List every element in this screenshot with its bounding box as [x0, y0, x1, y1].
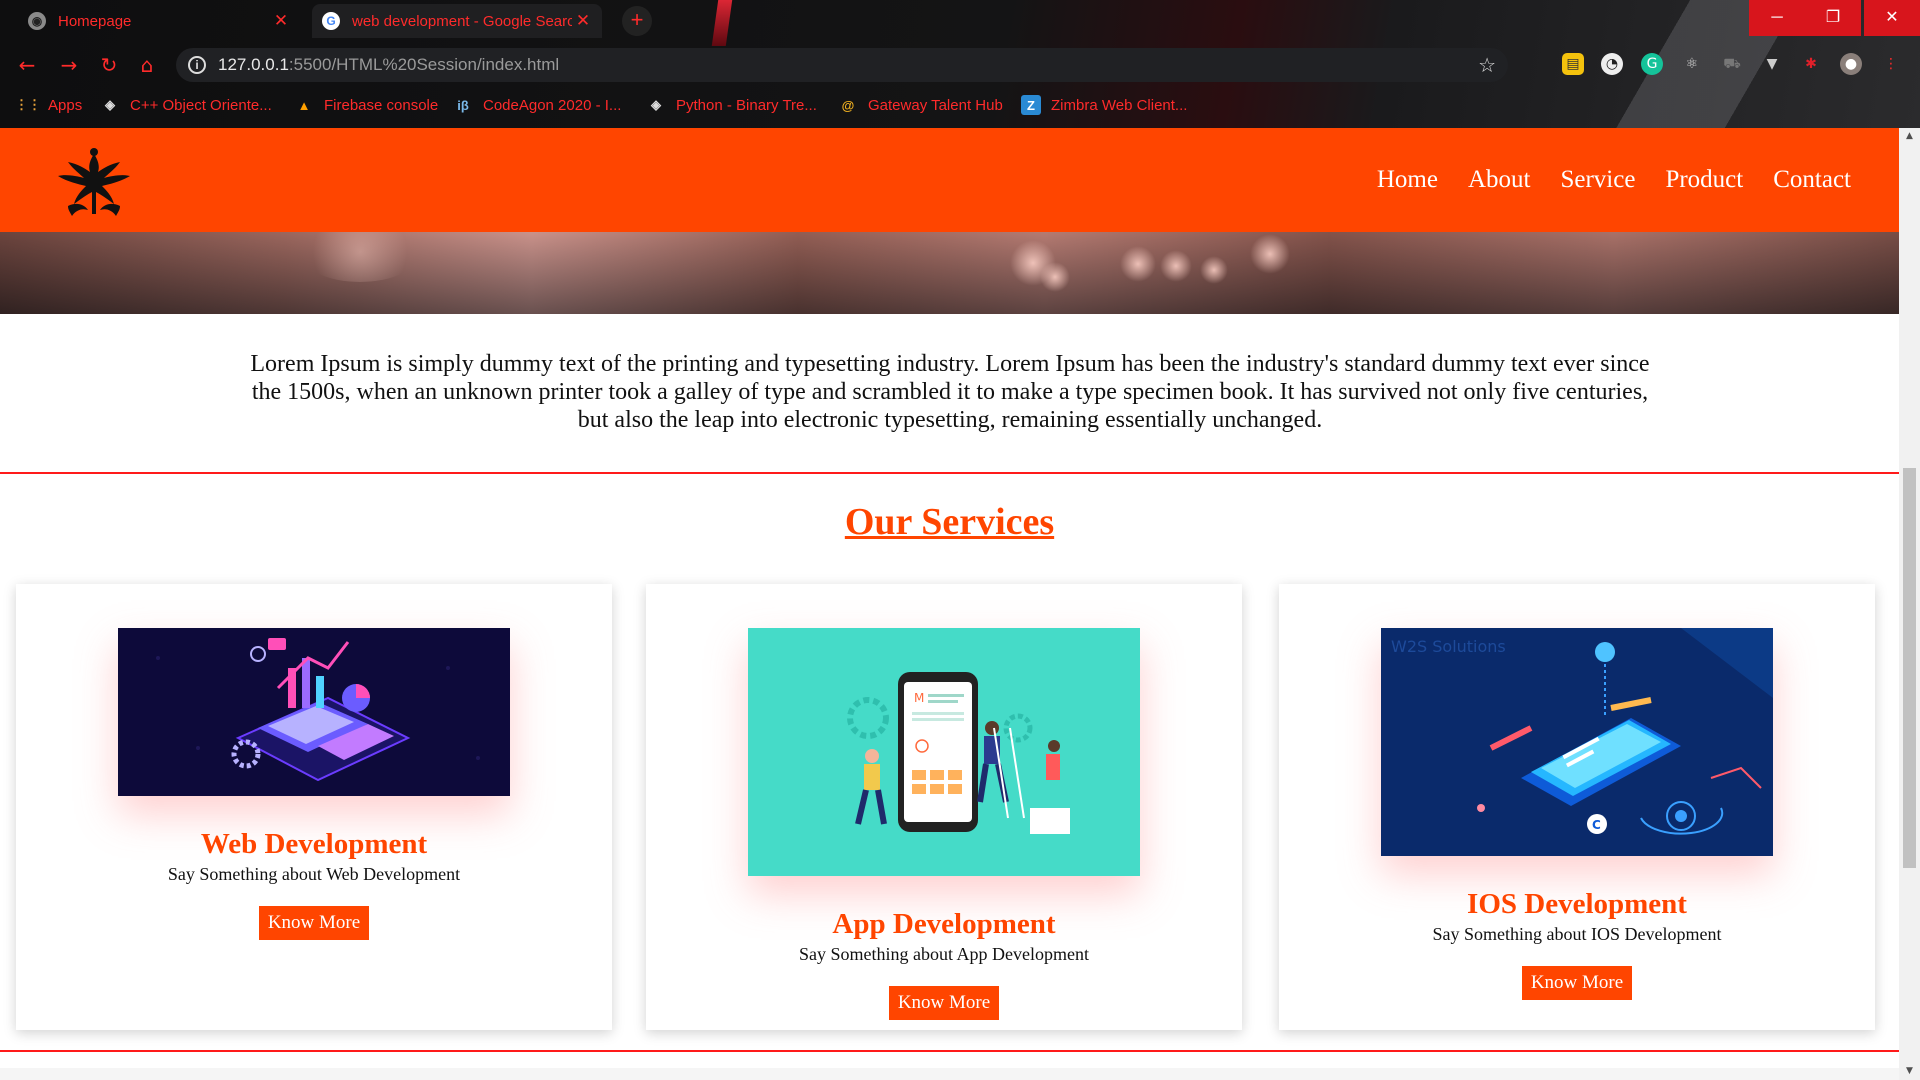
firebase-flame-icon: ▲	[297, 97, 311, 113]
bookmark-star-icon[interactable]: ☆	[1478, 48, 1496, 82]
bookmark-label: Gateway Talent Hub	[868, 96, 1003, 114]
bookmark-gateway-talent-hub[interactable]: @ Gateway Talent Hub	[838, 95, 1003, 115]
hero-bokeh	[1250, 234, 1290, 274]
app-development-image: M	[748, 628, 1140, 876]
tab-title: Homepage	[58, 12, 132, 30]
reload-icon[interactable]: ↻	[96, 52, 122, 78]
vue-devtools-icon[interactable]: ▼	[1761, 53, 1783, 75]
hero-bokeh	[1200, 256, 1228, 284]
hero-bokeh	[1040, 262, 1070, 292]
card-description: Say Something about Web Development	[167, 864, 461, 884]
diamond-logo-icon: ◈	[105, 97, 115, 112]
bookmark-label: Firebase console	[324, 96, 439, 114]
tab-homepage[interactable]: ◉ Homepage ✕	[18, 6, 300, 36]
bookmarks-bar: ⋮⋮ Apps ◈ C++ Object Oriente... ▲ Fireba…	[0, 90, 1920, 120]
google-icon: G	[322, 12, 340, 30]
hero-banner-image	[0, 232, 1899, 314]
home-icon[interactable]: ⌂	[134, 52, 160, 78]
swirl-icon: @	[841, 97, 855, 113]
service-card-ios: W2S Solutions C IOS Development Say Some…	[1279, 584, 1875, 1030]
diamond-logo-icon: ◈	[651, 97, 661, 112]
back-icon[interactable]: ←	[14, 52, 40, 78]
speedometer-extension-icon[interactable]: ◔	[1601, 53, 1623, 75]
section-divider	[0, 1050, 1899, 1052]
forward-icon[interactable]: →	[56, 52, 82, 78]
bookmark-cpp-oop[interactable]: ◈ C++ Object Oriente...	[100, 95, 272, 115]
card-description: Say Something about App Development	[799, 944, 1089, 964]
zimbra-icon: Z	[1021, 95, 1041, 115]
browser-chrome: ◉ Homepage ✕ G web development - Google …	[0, 0, 1920, 128]
new-tab-button[interactable]: +	[622, 6, 652, 36]
nav-link-service[interactable]: Service	[1560, 166, 1635, 194]
hero-bokeh	[1160, 250, 1192, 282]
nav-link-about[interactable]: About	[1468, 166, 1531, 194]
nav-link-home[interactable]: Home	[1377, 166, 1438, 194]
address-bar[interactable]: i 127.0.0.1:5500/HTML%20Session/index.ht…	[176, 48, 1508, 82]
know-more-button[interactable]: Know More	[1522, 966, 1632, 1000]
bookmark-label: Zimbra Web Client...	[1051, 96, 1188, 114]
theme-decoration	[711, 0, 733, 46]
card-title: App Development	[832, 908, 1056, 940]
nav-link-product[interactable]: Product	[1665, 166, 1743, 194]
service-card-web: Web Development Say Something about Web …	[16, 584, 612, 1030]
section-divider	[0, 472, 1899, 474]
grammarly-icon[interactable]: G	[1641, 53, 1663, 75]
notes-extension-icon[interactable]: ▤	[1562, 53, 1584, 75]
globe-icon: ◉	[28, 12, 46, 30]
svg-text:M: M	[914, 691, 924, 705]
ios-development-image: W2S Solutions C	[1381, 628, 1773, 856]
page-scrollbar[interactable]: ▲ ▼	[1899, 128, 1920, 1080]
ib-icon: iβ	[457, 97, 469, 113]
close-window-button[interactable]: ✕	[1864, 0, 1920, 36]
apps-grid-icon: ⋮⋮	[15, 97, 41, 112]
nav-link-contact[interactable]: Contact	[1773, 166, 1851, 194]
site-nav-links: Home About Service Product Contact	[1347, 128, 1851, 232]
intro-paragraph: Lorem Ipsum is simply dummy text of the …	[250, 351, 1650, 433]
phoenix-logo-icon[interactable]	[54, 144, 134, 222]
card-description: Say Something about IOS Development	[1432, 924, 1722, 944]
web-development-image	[118, 628, 510, 796]
service-card-app: M App Development Say Something about Ap…	[646, 584, 1242, 1030]
bookmark-label: Apps	[48, 96, 83, 114]
bookmark-python-binary-tree[interactable]: ◈ Python - Binary Tre...	[646, 95, 817, 115]
site-info-icon[interactable]: i	[188, 56, 206, 74]
svg-text:C: C	[1592, 818, 1601, 832]
know-more-button[interactable]: Know More	[889, 986, 999, 1020]
url-text: 127.0.0.1:5500/HTML%20Session/index.html	[218, 55, 560, 74]
site-navbar: Home About Service Product Contact	[0, 128, 1899, 232]
close-tab-icon[interactable]: ✕	[572, 11, 594, 31]
page-bottom	[0, 1068, 1899, 1080]
browser-toolbar: ← → ↻ ⌂ i 127.0.0.1:5500/HTML%20Session/…	[0, 46, 1920, 84]
know-more-button[interactable]: Know More	[259, 906, 369, 940]
close-tab-icon[interactable]: ✕	[270, 11, 292, 31]
card-title: IOS Development	[1467, 888, 1687, 920]
bookmark-codeagon[interactable]: iβ CodeAgon 2020 - I...	[453, 95, 621, 115]
bookmark-zimbra[interactable]: Z Zimbra Web Client...	[1021, 95, 1187, 115]
scroll-down-arrow-icon[interactable]: ▼	[1899, 1063, 1920, 1080]
tab-google-search[interactable]: G web development - Google Search ✕	[312, 4, 602, 38]
image-watermark: W2S Solutions	[1391, 637, 1506, 656]
bookmark-label: Python - Binary Tre...	[676, 96, 817, 114]
minimize-button[interactable]: ─	[1749, 0, 1805, 36]
hero-bokeh	[1120, 246, 1156, 282]
bookmark-label: C++ Object Oriente...	[130, 96, 272, 114]
page-viewport: Home About Service Product Contact Lorem…	[0, 128, 1899, 1080]
scroll-up-arrow-icon[interactable]: ▲	[1899, 128, 1920, 145]
menu-kebab-icon[interactable]: ⋮	[1880, 53, 1902, 75]
cart-extension-icon[interactable]: ⛟	[1721, 53, 1743, 75]
bookmark-apps[interactable]: ⋮⋮ Apps	[15, 95, 83, 115]
scrollbar-thumb[interactable]	[1903, 468, 1916, 868]
bookmark-label: CodeAgon 2020 - I...	[483, 96, 622, 114]
profile-avatar[interactable]: ●	[1840, 53, 1862, 75]
bookmark-firebase[interactable]: ▲ Firebase console	[294, 95, 439, 115]
card-title: Web Development	[200, 828, 428, 860]
extensions-puzzle-icon[interactable]: ✱	[1800, 53, 1822, 75]
react-devtools-icon[interactable]: ⚛	[1681, 53, 1703, 75]
services-heading: Our Services	[844, 501, 1055, 543]
maximize-button[interactable]: ❐	[1805, 0, 1861, 36]
tab-title: web development - Google Search	[352, 12, 572, 30]
hero-overlay	[0, 232, 1899, 314]
